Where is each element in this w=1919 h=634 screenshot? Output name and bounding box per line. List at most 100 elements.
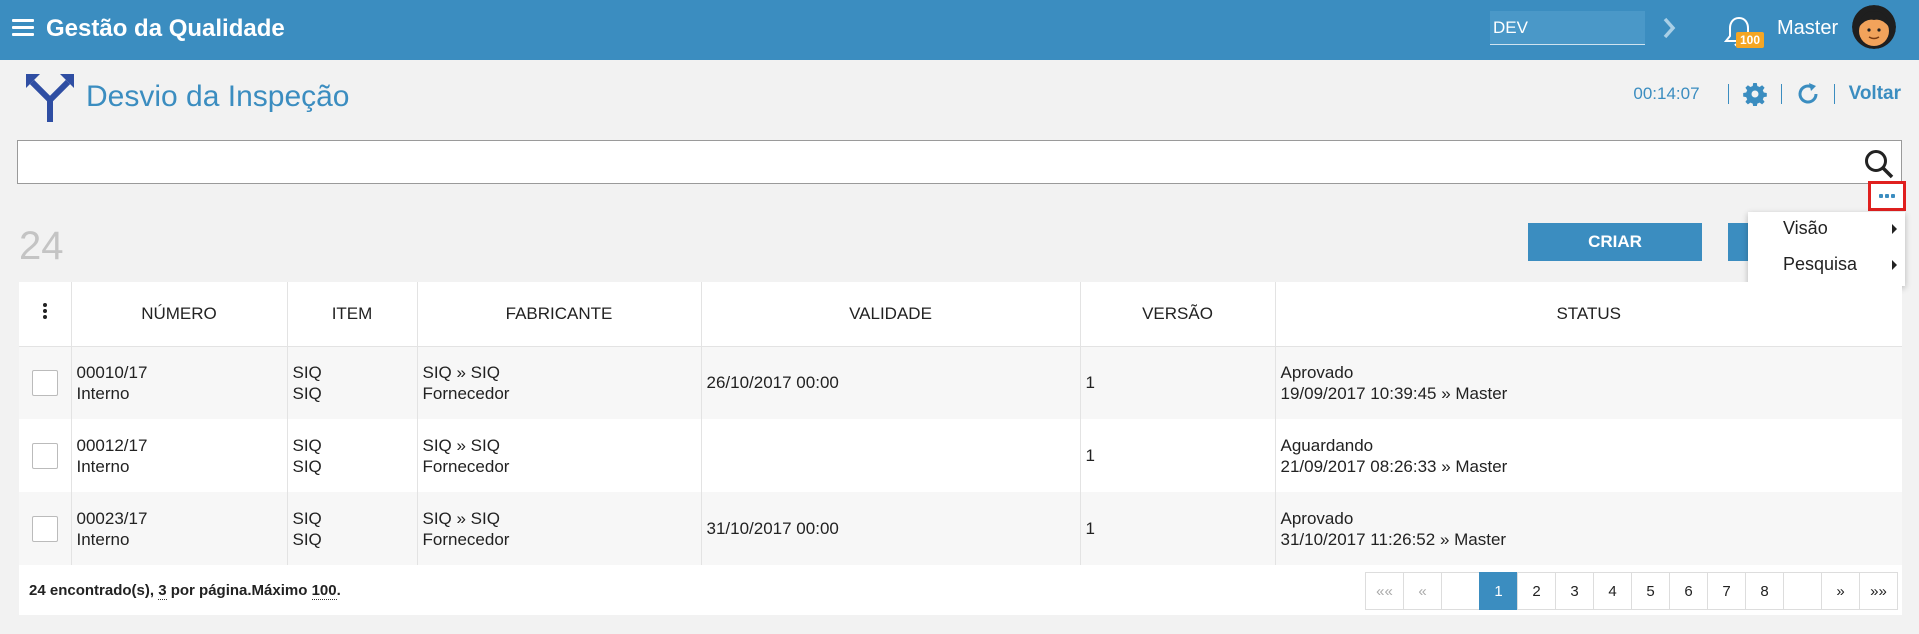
per-page-label: por página.Máximo (170, 582, 308, 599)
prev-page-button[interactable]: « (1403, 572, 1442, 610)
menu-item-visao[interactable]: Visão (1748, 212, 1905, 248)
pagination-spacer (1441, 572, 1480, 610)
page-title: Desvio da Inspeção (86, 80, 350, 113)
per-page-selector[interactable]: 3 (158, 582, 167, 600)
summary-end: . (336, 582, 341, 599)
last-page-button[interactable]: »» (1859, 572, 1898, 610)
search-icon[interactable] (1863, 148, 1895, 180)
cell-item: SIQ (292, 362, 322, 382)
row-actions-header[interactable] (19, 282, 72, 347)
dot-icon (1891, 194, 1895, 198)
options-dropdown-menu: Visão Pesquisa (1748, 212, 1905, 286)
top-bar: Gestão da Qualidade 100 Master (0, 0, 1919, 60)
cell-numero: 00023/17 (76, 508, 148, 528)
column-header-status[interactable]: STATUS (1275, 282, 1902, 347)
notification-badge: 100 (1736, 32, 1765, 48)
row-checkbox[interactable] (31, 369, 58, 396)
column-header-fabricante[interactable]: FABRICANTE (417, 282, 702, 347)
cell-versao: 1 (1080, 492, 1276, 565)
cell-item: SIQ (292, 508, 322, 528)
results-table: NÚMERO ITEM FABRICANTE VALIDADE VERSÃO S… (19, 282, 1902, 565)
chevron-right-icon[interactable] (1660, 14, 1680, 42)
back-link[interactable]: Voltar (1849, 83, 1901, 105)
cell-validade (701, 419, 1081, 492)
environment-input[interactable] (1490, 11, 1645, 45)
column-header-numero[interactable]: NÚMERO (71, 282, 288, 347)
table-row[interactable]: 00010/17 Interno SIQ SIQ SIQ » SIQ Forneced… (19, 346, 1902, 419)
divider (1727, 84, 1729, 104)
caret-right-icon (1892, 260, 1897, 270)
cell-fabricante-sub: Fornecedor (422, 383, 510, 403)
pagination: «« « 1 2 3 4 5 6 7 8 » »» (1365, 572, 1898, 610)
app-title: Gestão da Qualidade (46, 15, 285, 42)
page-button-3[interactable]: 3 (1555, 572, 1594, 610)
caret-right-icon (1892, 224, 1897, 234)
divider (1833, 84, 1835, 104)
cell-numero: 00010/17 (76, 362, 148, 382)
pagination-spacer (1783, 572, 1822, 610)
page-button-1[interactable]: 1 (1479, 572, 1518, 610)
cell-numero-sub: Interno (76, 456, 130, 476)
column-header-item[interactable]: ITEM (287, 282, 418, 347)
cell-status-sub: 31/10/2017 11:26:52 » Master (1280, 529, 1507, 549)
cell-item-sub: SIQ (292, 456, 322, 476)
kebab-menu-icon[interactable] (42, 301, 47, 321)
record-count: 24 (19, 224, 64, 268)
page-button-2[interactable]: 2 (1517, 572, 1556, 610)
session-timer: 00:14:07 (1633, 84, 1700, 103)
cell-numero-sub: Interno (76, 529, 130, 549)
search-input[interactable] (18, 141, 1848, 181)
cell-status-sub: 21/09/2017 08:26:33 » Master (1280, 456, 1508, 476)
page-button-5[interactable]: 5 (1631, 572, 1670, 610)
table-header-row: NÚMERO ITEM FABRICANTE VALIDADE VERSÃO S… (19, 282, 1902, 347)
menu-item-label: Visão (1783, 218, 1828, 238)
cell-status: Aprovado (1280, 508, 1354, 528)
hamburger-menu-icon[interactable] (12, 19, 34, 37)
table-footer: 24 encontrado(s), 3 por página.Máximo 10… (19, 565, 1902, 615)
next-page-button[interactable]: » (1821, 572, 1860, 610)
cell-item-sub: SIQ (292, 529, 322, 549)
menu-item-pesquisa[interactable]: Pesquisa (1748, 248, 1905, 284)
cell-fabricante: SIQ » SIQ (422, 362, 500, 382)
fork-arrow-icon (26, 74, 74, 122)
search-box (17, 140, 1902, 184)
cell-status-sub: 19/09/2017 10:39:45 » Master (1280, 383, 1508, 403)
dot-icon (1885, 194, 1889, 198)
refresh-icon[interactable] (1796, 82, 1820, 106)
cell-fabricante: SIQ » SIQ (422, 435, 500, 455)
page-toolbar: 00:14:07 Voltar (1633, 82, 1901, 106)
more-options-button[interactable] (1868, 181, 1906, 211)
gear-icon[interactable] (1742, 82, 1767, 106)
results-summary: 24 encontrado(s), 3 por página.Máximo 10… (29, 582, 341, 600)
menu-item-label: Pesquisa (1783, 254, 1858, 274)
cell-fabricante: SIQ » SIQ (422, 508, 500, 528)
page-button-6[interactable]: 6 (1669, 572, 1708, 610)
cell-numero: 00012/17 (76, 435, 148, 455)
table-row[interactable]: 00023/17 Interno SIQ SIQ SIQ » SIQ Forneced… (19, 492, 1902, 565)
cell-item-sub: SIQ (292, 383, 322, 403)
table-row[interactable]: 00012/17 Interno SIQ SIQ SIQ » SIQ Forneced… (19, 419, 1902, 492)
cell-validade: 31/10/2017 00:00 (701, 492, 1081, 565)
cell-status: Aguardando (1280, 435, 1374, 455)
row-checkbox[interactable] (31, 515, 58, 542)
cell-numero-sub: Interno (76, 383, 130, 403)
cell-versao: 1 (1080, 346, 1276, 419)
max-selector[interactable]: 100 (311, 582, 337, 600)
cell-status: Aprovado (1280, 362, 1354, 382)
page-button-4[interactable]: 4 (1593, 572, 1632, 610)
create-button[interactable]: CRIAR (1528, 223, 1702, 261)
page-button-7[interactable]: 7 (1707, 572, 1746, 610)
cell-fabricante-sub: Fornecedor (422, 529, 510, 549)
found-count: 24 encontrado(s), (29, 582, 155, 599)
avatar[interactable] (1852, 5, 1896, 49)
cell-item: SIQ (292, 435, 322, 455)
cell-fabricante-sub: Fornecedor (422, 456, 510, 476)
page-button-8[interactable]: 8 (1745, 572, 1784, 610)
divider (1780, 84, 1782, 104)
cell-validade: 26/10/2017 00:00 (701, 346, 1081, 419)
column-header-versao[interactable]: VERSÃO (1080, 282, 1276, 347)
column-header-validade[interactable]: VALIDADE (701, 282, 1081, 347)
row-checkbox[interactable] (31, 442, 58, 469)
user-name[interactable]: Master (1777, 17, 1838, 40)
first-page-button[interactable]: «« (1365, 572, 1404, 610)
